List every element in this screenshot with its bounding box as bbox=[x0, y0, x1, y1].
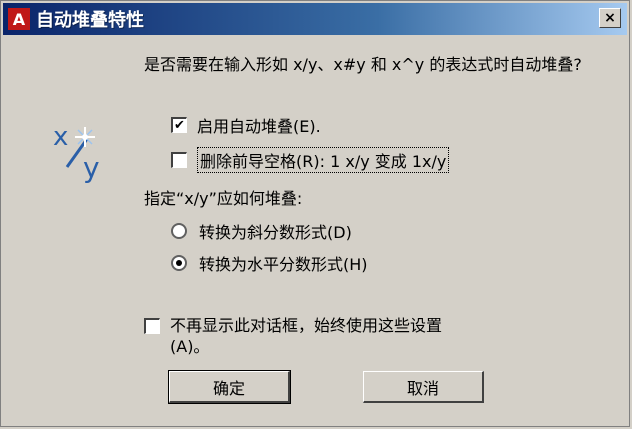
diagonal-fraction-option[interactable]: 转换为斜分数形式(D) bbox=[171, 219, 352, 243]
question-text: 是否需要在输入形如 x/y、x#y 和 x^y 的表达式时自动堆叠? bbox=[144, 55, 582, 74]
stack-fraction-icon: x y bbox=[53, 122, 100, 183]
icon-numerator: x bbox=[53, 122, 68, 152]
ok-button[interactable]: 确定 bbox=[168, 370, 291, 404]
diagonal-fraction-label: 转换为斜分数形式(D) bbox=[199, 223, 352, 242]
cancel-button[interactable]: 取消 bbox=[363, 371, 484, 403]
autocad-app-icon: A bbox=[8, 8, 30, 30]
dialog-title: 自动堆叠特性 bbox=[36, 10, 144, 31]
horizontal-fraction-radio[interactable] bbox=[171, 255, 187, 271]
icon-denominator: y bbox=[83, 151, 100, 183]
dont-show-checkbox[interactable] bbox=[144, 318, 160, 334]
enable-autostack-label: 启用自动堆叠(E). bbox=[197, 117, 321, 136]
dont-show-label: 不再显示此对话框，始终使用这些设置 (A)。 bbox=[170, 315, 442, 357]
dont-show-label-line2: (A)。 bbox=[170, 337, 210, 356]
remove-spaces-label: 删除前导空格(R): 1 x/y 变成 1x/y bbox=[197, 147, 450, 173]
dont-show-option[interactable]: 不再显示此对话框，始终使用这些设置 (A)。 bbox=[144, 315, 442, 357]
horizontal-fraction-label: 转换为水平分数形式(H) bbox=[199, 255, 368, 274]
close-icon: × bbox=[604, 10, 616, 26]
dont-show-label-line1: 不再显示此对话框，始终使用这些设置 bbox=[170, 316, 443, 335]
title-bar[interactable]: A 自动堆叠特性 × bbox=[3, 3, 627, 35]
stack-mode-label: 指定“x/y”应如何堆叠: bbox=[144, 189, 303, 208]
diagonal-fraction-radio[interactable] bbox=[171, 223, 187, 239]
sparkle-icon bbox=[75, 127, 95, 147]
enable-autostack-option[interactable]: ✔ 启用自动堆叠(E). bbox=[171, 113, 321, 137]
remove-spaces-checkbox[interactable] bbox=[171, 152, 187, 168]
checkmark-icon: ✔ bbox=[174, 118, 185, 133]
horizontal-fraction-option[interactable]: 转换为水平分数形式(H) bbox=[171, 251, 368, 275]
close-button[interactable]: × bbox=[599, 8, 621, 28]
remove-spaces-option[interactable]: 删除前导空格(R): 1 x/y 变成 1x/y bbox=[171, 147, 450, 173]
autostack-dialog: A 自动堆叠特性 × 是否需要在输入形如 x/y、x#y 和 x^y 的表达式时… bbox=[0, 0, 630, 427]
enable-autostack-checkbox[interactable]: ✔ bbox=[171, 117, 187, 133]
